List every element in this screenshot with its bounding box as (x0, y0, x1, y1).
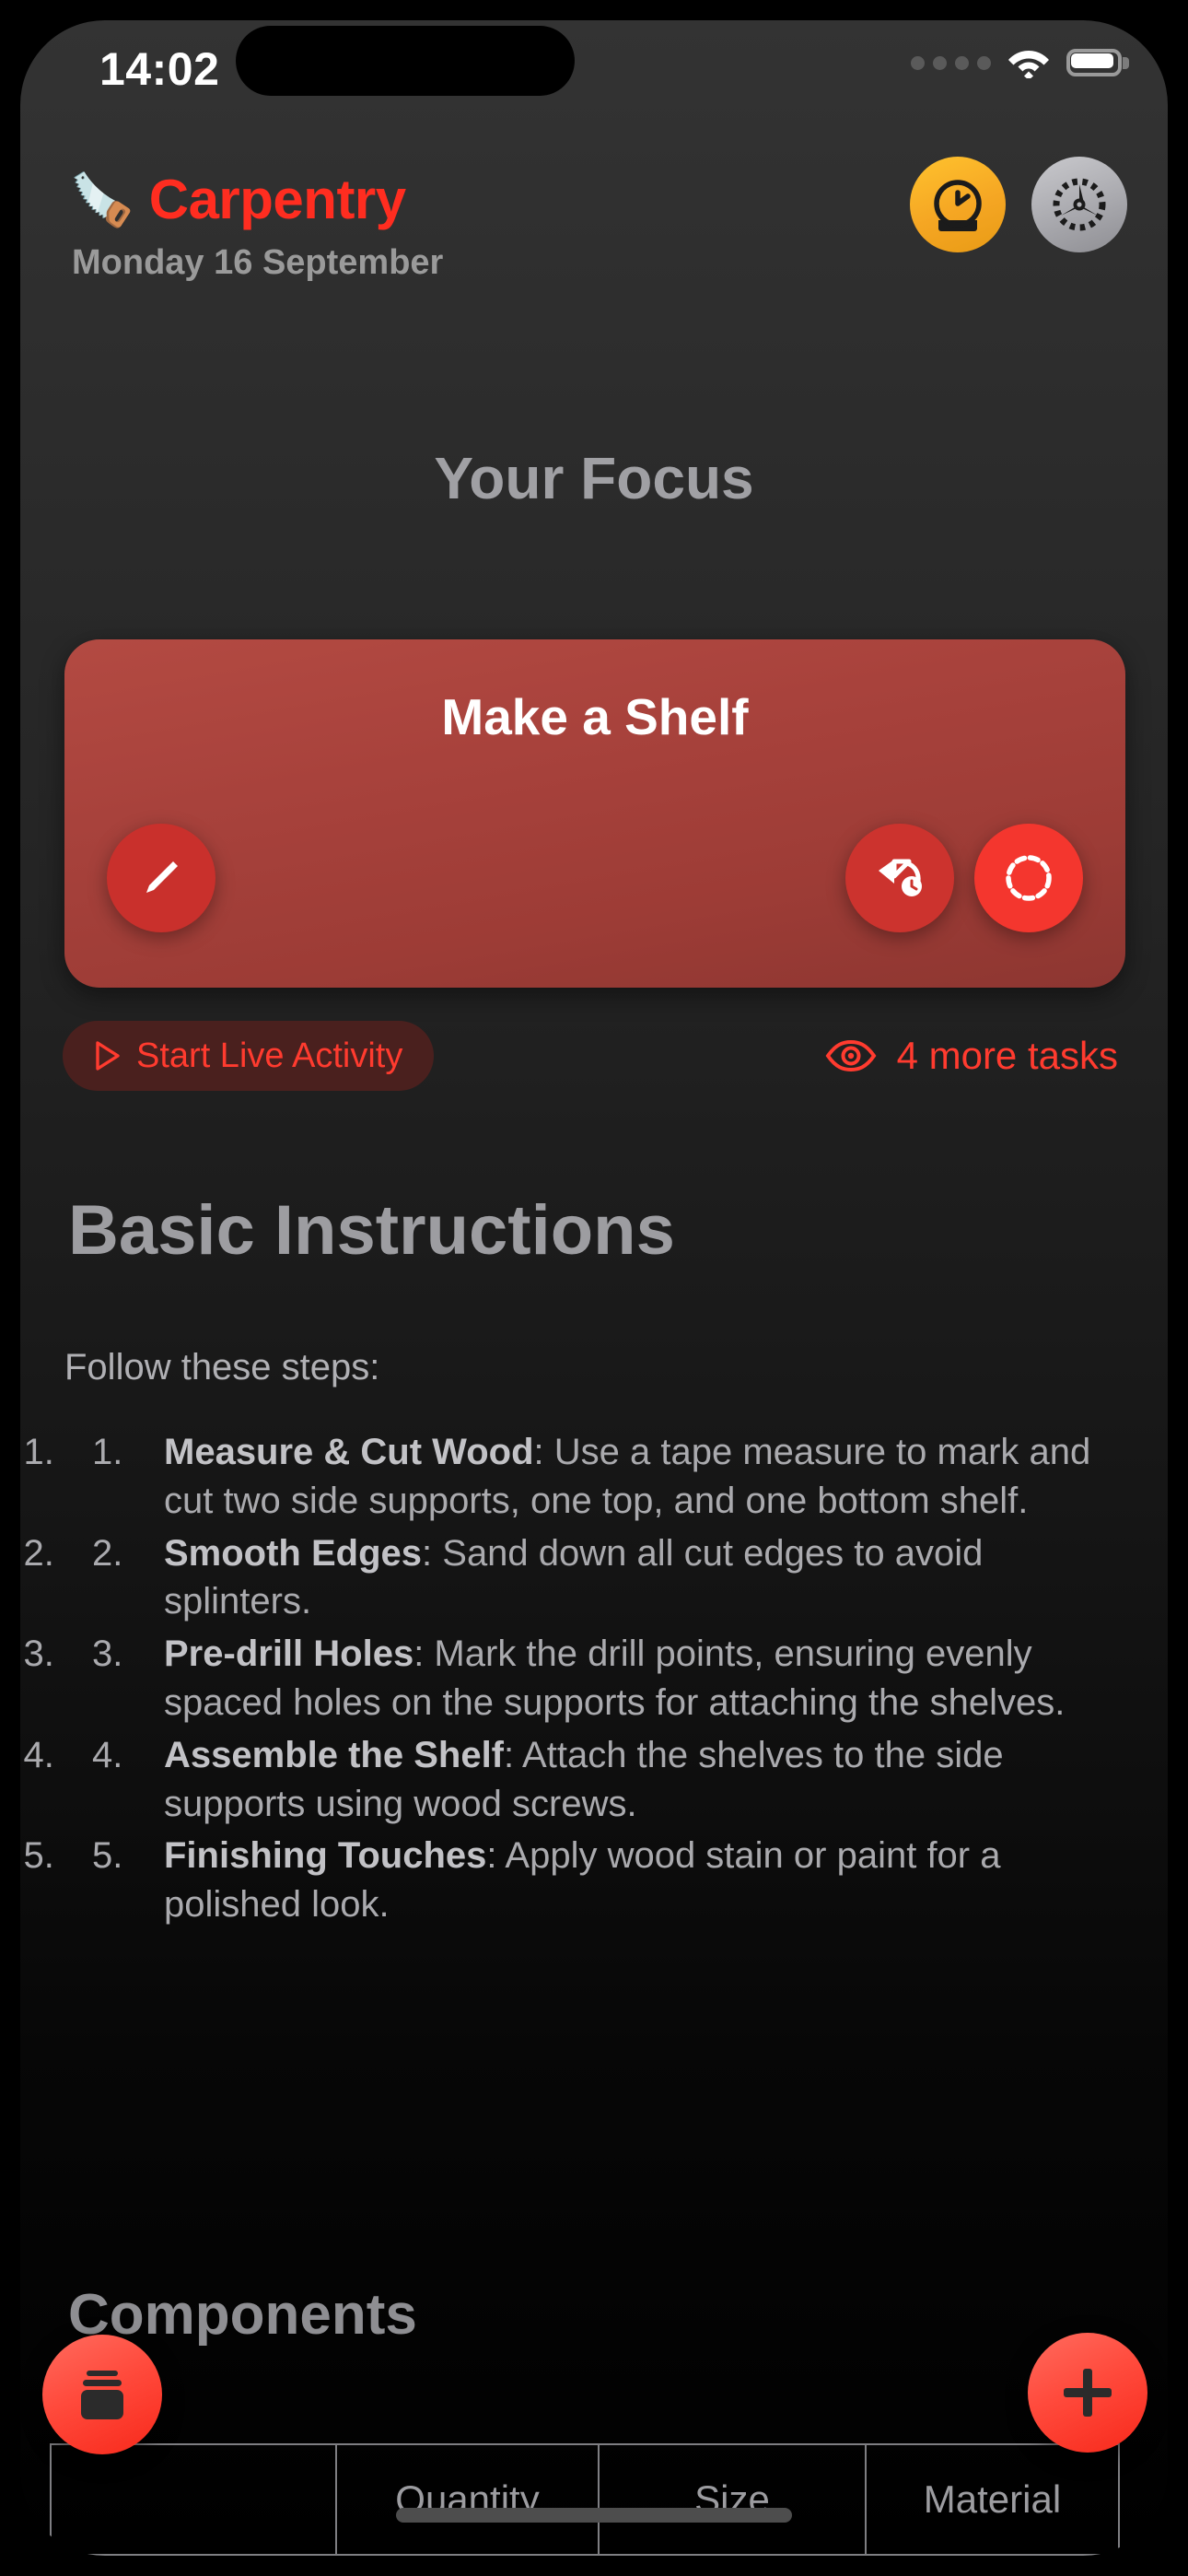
status-bar-indicators (911, 41, 1129, 85)
step-title: Finishing Touches (164, 1835, 487, 1877)
home-indicator (396, 2508, 792, 2523)
table-row (50, 2554, 1120, 2556)
cellular-dots-icon (911, 55, 991, 70)
snooze-task-button[interactable] (845, 824, 954, 932)
timer-clock-icon (934, 180, 982, 231)
table-header-row: Quantity Size Material (50, 2443, 1120, 2556)
focus-task-card[interactable]: Make a Shelf (64, 639, 1125, 988)
battery-full-icon (1066, 49, 1129, 76)
instruction-steps-list: Measure & Cut Wood: Use a tape measure t… (64, 1428, 1133, 1933)
cell-quantity (335, 2554, 600, 2556)
cell-name (50, 2554, 337, 2556)
components-table: Quantity Size Material (50, 2443, 1120, 2556)
saw-icon: 🪚 (70, 170, 134, 228)
column-header-name (50, 2443, 337, 2556)
dynamic-island (236, 26, 575, 96)
app-title-row: 🪚 Carpentry (70, 168, 406, 231)
list-item: Measure & Cut Wood: Use a tape measure t… (64, 1428, 1133, 1526)
cell-material (865, 2554, 1120, 2556)
column-header-quantity: Quantity (335, 2443, 600, 2556)
phone-frame: 14:02 🪚 Carpentry Monday 16 September Yo… (0, 0, 1188, 2576)
edit-task-button[interactable] (107, 824, 215, 932)
column-header-size: Size (598, 2443, 867, 2556)
settings-button[interactable] (1031, 157, 1127, 252)
step-title: Assemble the Shelf (164, 1734, 505, 1775)
instructions-intro: Follow these steps: (64, 1347, 380, 1388)
focus-task-title: Make a Shelf (441, 688, 749, 745)
arrow-back-clock-icon (879, 859, 922, 896)
dashed-circle-icon (1006, 855, 1052, 901)
app-screen: 14:02 🪚 Carpentry Monday 16 September Yo… (20, 20, 1168, 2556)
step-title: Pre-drill Holes (164, 1633, 414, 1675)
task-status-button[interactable] (974, 824, 1083, 932)
gear-icon (1053, 178, 1106, 231)
focus-heading: Your Focus (434, 445, 754, 511)
more-tasks-button[interactable]: 4 more tasks (825, 1021, 1118, 1091)
page-title: Carpentry (148, 169, 406, 230)
timer-button[interactable] (910, 157, 1006, 252)
eye-icon (825, 1039, 877, 1072)
card-stack-icon (81, 2371, 123, 2419)
list-item: Smooth Edges: Sand down all cut edges to… (64, 1529, 1133, 1627)
step-title: Measure & Cut Wood (164, 1432, 534, 1472)
list-item: Pre-drill Holes: Mark the drill points, … (64, 1630, 1133, 1727)
wifi-icon (1008, 51, 1049, 78)
app-header: 🪚 Carpentry Monday 16 September (20, 157, 1168, 297)
instructions-heading: Basic Instructions (68, 1191, 675, 1270)
status-bar: 14:02 (20, 20, 1168, 129)
header-date: Monday 16 September (72, 243, 444, 282)
status-bar-time: 14:02 (99, 43, 220, 95)
more-tasks-label: 4 more tasks (896, 1034, 1118, 1077)
add-component-button[interactable] (1028, 2333, 1147, 2453)
step-title: Smooth Edges (164, 1532, 423, 1574)
card-stack-button[interactable] (42, 2335, 162, 2454)
list-item: Assemble the Shelf: Attach the shelves t… (64, 1731, 1133, 1829)
pencil-icon (146, 861, 178, 893)
cell-size (598, 2554, 867, 2556)
start-live-activity-label: Start Live Activity (136, 1036, 403, 1075)
plus-icon (1064, 2369, 1112, 2417)
column-header-material: Material (865, 2443, 1120, 2556)
play-triangle-icon (96, 1041, 120, 1071)
list-item: Finishing Touches: Apply wood stain or p… (64, 1832, 1133, 1929)
start-live-activity-button[interactable]: Start Live Activity (63, 1021, 435, 1091)
